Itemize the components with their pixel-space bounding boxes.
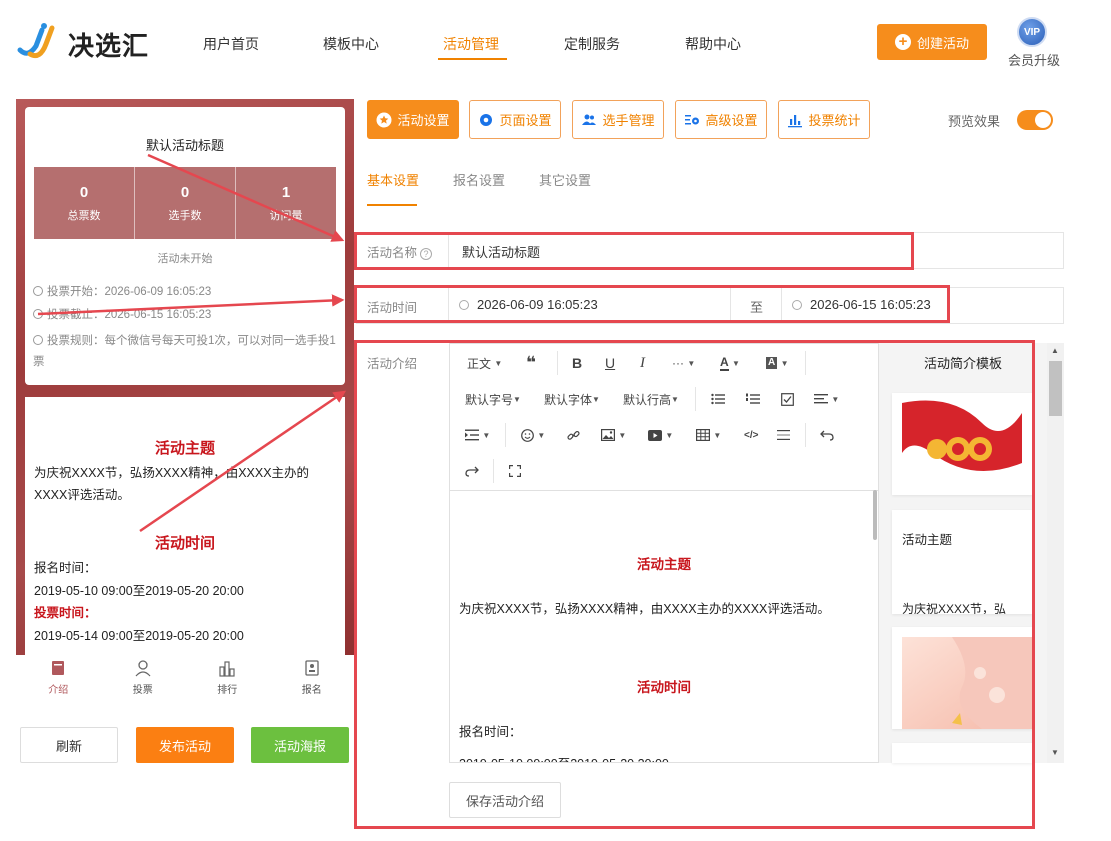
vote-rule-row: 投票规则：每个微信号每天可投1次，可以对同一选手投1票 xyxy=(33,331,338,373)
nav-active-underline xyxy=(438,58,507,60)
vote-end-row: 投票截止：2026-06-15 16:05:23 xyxy=(33,305,338,326)
phone-tab-label: 介绍 xyxy=(48,685,69,696)
subtab-basic[interactable]: 基本设置 xyxy=(367,170,419,189)
phone-tab-signup[interactable]: 报名 xyxy=(270,655,355,705)
tab-page-settings[interactable]: 页面设置 xyxy=(469,100,561,139)
tab-label: 活动设置 xyxy=(397,113,450,128)
stat-value: 0 xyxy=(180,183,190,201)
vote-rule-text: 投票规则：每个微信号每天可投1次，可以对同一选手投1票 xyxy=(33,335,336,368)
subtab-signup[interactable]: 报名设置 xyxy=(453,170,505,189)
stat-total-votes: 0 总票数 xyxy=(34,167,134,239)
phone-tab-label: 报名 xyxy=(301,685,322,696)
clock-icon xyxy=(33,335,43,345)
tab-advanced-settings[interactable]: 高级设置 xyxy=(675,100,767,139)
nav-home[interactable]: 用户首页 xyxy=(203,34,259,54)
logo-icon xyxy=(16,20,60,60)
nav-activity-management[interactable]: 活动管理 xyxy=(443,34,499,54)
brand-name: 决选汇 xyxy=(68,31,150,61)
tab-label: 高级设置 xyxy=(705,113,758,128)
preview-theme-title: 活动主题 xyxy=(154,440,215,457)
tab-activity-settings[interactable]: 活动设置 xyxy=(367,100,459,139)
signup-icon xyxy=(305,660,319,676)
phone-tab-vote[interactable]: 投票 xyxy=(101,655,186,705)
stat-value: 1 xyxy=(281,183,291,201)
plus-icon: + xyxy=(894,34,911,50)
preview-summary-card: 默认活动标题 0 总票数 0 选手数 1 访问量 活动未开始 投票开始：2026… xyxy=(25,107,345,385)
refresh-button[interactable]: 刷新 xyxy=(20,727,118,763)
stat-label: 选手数 xyxy=(168,209,202,222)
intro-icon xyxy=(52,661,65,675)
preview-toggle-label: 预览效果 xyxy=(948,114,1001,129)
phone-tabbar: 介绍 投票 排行 报名 xyxy=(16,655,354,705)
phone-tab-label: 投票 xyxy=(132,685,153,696)
phone-tab-label: 排行 xyxy=(217,685,238,696)
tab-label: 投票统计 xyxy=(808,113,861,128)
bar-chart-icon xyxy=(788,114,803,127)
tab-vote-statistics[interactable]: 投票统计 xyxy=(778,100,870,139)
tab-label: 选手管理 xyxy=(602,113,655,128)
preview-signup-label: 报名时间： xyxy=(34,561,97,575)
subtab-other[interactable]: 其它设置 xyxy=(539,170,591,189)
nav-custom-service[interactable]: 定制服务 xyxy=(564,34,620,54)
preview-signup-range: 2019-05-10 09:00至2019-05-20 20:00 xyxy=(34,584,244,598)
activity-status: 活动未开始 xyxy=(157,253,213,265)
toggle-knob xyxy=(1035,112,1051,128)
preview-title: 默认活动标题 xyxy=(145,138,224,153)
vote-start-text: 投票开始：2026-06-09 16:05:23 xyxy=(47,286,212,298)
user-icon xyxy=(135,660,151,677)
clock-icon xyxy=(33,286,43,296)
preview-theme-desc: 为庆祝XXXX节，弘扬XXXX精神，由XXXX主办的XXXX评选活动。 xyxy=(34,466,310,502)
stat-visits: 1 访问量 xyxy=(235,167,336,239)
vip-badge-icon[interactable]: VIP xyxy=(1017,17,1047,47)
star-icon xyxy=(376,112,392,127)
stat-value: 0 xyxy=(79,183,89,201)
annotation-box-intro xyxy=(354,340,1035,829)
preview-vote-label: 投票时间： xyxy=(34,606,97,620)
clock-icon xyxy=(33,309,43,319)
annotation-box-name xyxy=(354,232,914,270)
scroll-up-icon[interactable]: ▲ xyxy=(1051,346,1059,355)
stat-label: 访问量 xyxy=(269,209,303,222)
publish-button[interactable]: 发布活动 xyxy=(136,727,234,763)
vote-end-text: 投票截止：2026-06-15 16:05:23 xyxy=(47,309,212,321)
ranking-icon xyxy=(219,661,235,677)
preview-toggle[interactable] xyxy=(1017,110,1053,130)
vip-upgrade-link[interactable]: 会员升级 xyxy=(1008,50,1060,69)
nav-templates[interactable]: 模板中心 xyxy=(323,34,379,54)
phone-tab-ranking[interactable]: 排行 xyxy=(185,655,270,705)
tab-contestant-management[interactable]: 选手管理 xyxy=(572,100,664,139)
gear-icon xyxy=(480,113,493,126)
stat-label: 总票数 xyxy=(67,209,101,222)
poster-button[interactable]: 活动海报 xyxy=(251,727,349,763)
preview-time-title: 活动时间 xyxy=(154,535,215,552)
subtab-underline xyxy=(367,204,417,206)
stat-contestants: 0 选手数 xyxy=(134,167,235,239)
create-activity-button[interactable]: + 创建活动 xyxy=(877,24,987,60)
nav-help[interactable]: 帮助中心 xyxy=(685,34,741,54)
annotation-box-time xyxy=(354,285,950,323)
create-activity-label: 创建活动 xyxy=(916,35,969,51)
preview-content-card: 活动主题 为庆祝XXXX节，弘扬XXXX精神，由XXXX主办的XXXX评选活动。… xyxy=(25,397,345,659)
scroll-down-icon[interactable]: ▼ xyxy=(1051,748,1059,757)
template-scroll-thumb[interactable] xyxy=(1049,361,1062,416)
tab-label: 页面设置 xyxy=(499,113,552,128)
vote-start-row: 投票开始：2026-06-09 16:05:23 xyxy=(33,282,338,303)
advanced-settings-icon xyxy=(685,114,700,124)
preview-stats: 0 总票数 0 选手数 1 访问量 xyxy=(34,167,336,239)
phone-tab-intro[interactable]: 介绍 xyxy=(16,655,101,705)
preview-vote-range: 2019-05-14 09:00至2019-05-20 20:00 xyxy=(34,629,244,643)
users-icon xyxy=(582,114,597,125)
